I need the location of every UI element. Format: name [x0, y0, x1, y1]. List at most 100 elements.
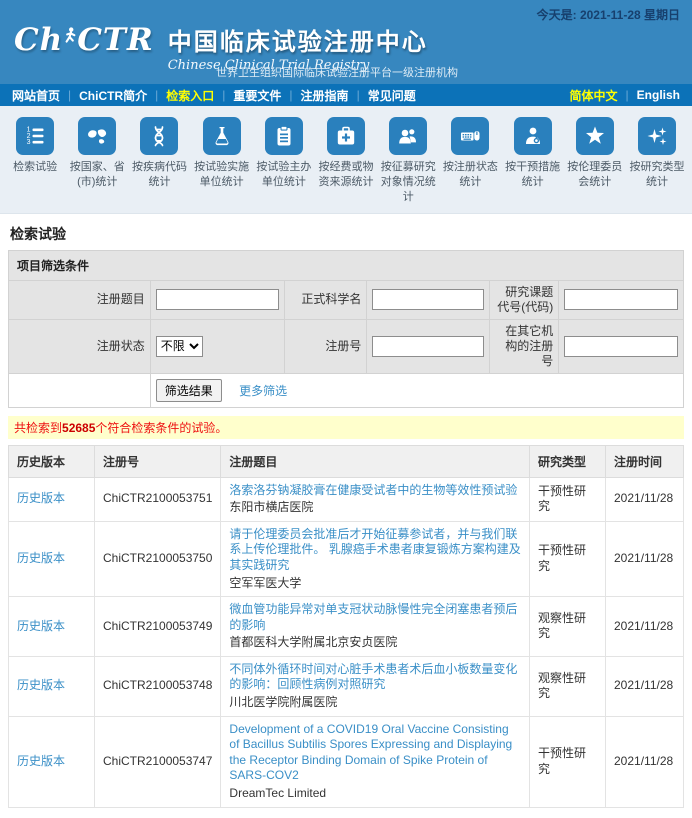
stat-label: 检索试验	[6, 160, 64, 175]
chictr-logo[interactable]: Ch CTR	[14, 22, 154, 58]
trial-title-link[interactable]: Development of a COVID19 Oral Vaccine Co…	[229, 722, 512, 783]
stat-by-study-type[interactable]: 按研究类型统计	[626, 117, 688, 205]
result-count-notice: 共检索到52685个符合检索条件的试验。	[8, 416, 684, 439]
nav-separator: |	[626, 88, 629, 102]
history-link[interactable]: 历史版本	[17, 551, 65, 565]
star-icon	[576, 117, 614, 155]
scientific-name-input[interactable]	[372, 289, 484, 310]
site-title-cn: 中国临床试验注册中心	[168, 22, 428, 57]
users-icon	[389, 117, 427, 155]
stat-by-sponsor-unit[interactable]: 按试验主办单位统计	[253, 117, 315, 205]
stat-by-implementing-unit[interactable]: 按试验实施单位统计	[191, 117, 253, 205]
nav-separator: |	[68, 88, 71, 102]
table-row: 历史版本 ChiCTR2100053750 请于伦理委员会批准后才开始征募参试者…	[9, 521, 684, 596]
trial-title-link[interactable]: 微血管功能异常对单支冠状动脉慢性完全闭塞患者预后的影响	[229, 602, 517, 632]
trial-sponsor: 东阳市横店医院	[229, 500, 521, 516]
lang-english[interactable]: English	[637, 88, 680, 102]
filter-form: 项目筛选条件 注册题目 正式科学名 研究课题代号(代码) 注册状态 不限 注册号…	[8, 250, 684, 408]
header-reg-no: 注册号	[95, 445, 221, 477]
history-link[interactable]: 历史版本	[17, 491, 65, 505]
runner-icon	[63, 19, 78, 55]
reg-title-label: 注册题目	[9, 280, 151, 319]
stat-by-registration-status[interactable]: 按注册状态统计	[439, 117, 501, 205]
stat-label: 按注册状态统计	[441, 160, 499, 190]
stat-label: 按经费或物资来源统计	[317, 160, 375, 190]
trial-title-link[interactable]: 请于伦理委员会批准后才开始征募参试者，并与我们联系上传伦理批件。 乳腺癌手术患者…	[229, 527, 520, 572]
world-map-icon	[78, 117, 116, 155]
stat-by-ethics-committee[interactable]: 按伦理委员会统计	[564, 117, 626, 205]
nav-item-faq[interactable]: 常见问题	[368, 87, 416, 104]
stat-label: 按试验主办单位统计	[255, 160, 313, 190]
site-header: 今天是: 2021-11-28 星期日 Ch CTR 中国临床试验注册中心 Ch…	[0, 0, 692, 84]
history-link[interactable]: 历史版本	[17, 678, 65, 692]
stat-search-trials[interactable]: 123 检索试验	[4, 117, 66, 205]
doctor-icon	[514, 117, 552, 155]
table-header-row: 历史版本 注册号 注册题目 研究类型 注册时间	[9, 445, 684, 477]
nav-item-guide[interactable]: 注册指南	[301, 87, 349, 104]
study-type-cell: 干预性研究	[530, 521, 606, 596]
other-reg-number-label: 在其它机构的注册号	[490, 319, 559, 373]
stat-label: 按试验实施单位统计	[193, 160, 251, 190]
study-type-cell: 干预性研究	[530, 477, 606, 521]
reg-date-cell: 2021/11/28	[606, 716, 684, 807]
stat-label: 按干预措施统计	[504, 160, 562, 190]
nav-item-documents[interactable]: 重要文件	[233, 87, 281, 104]
reg-no-cell: ChiCTR2100053751	[95, 477, 221, 521]
lang-simplified-chinese[interactable]: 简体中文	[570, 87, 618, 104]
nav-separator: |	[289, 88, 292, 102]
svg-text:3: 3	[27, 139, 31, 146]
study-code-input[interactable]	[564, 289, 678, 310]
nav-separator: |	[155, 88, 158, 102]
reg-no-cell: ChiCTR2100053748	[95, 656, 221, 716]
study-type-cell: 观察性研究	[530, 597, 606, 657]
stat-label: 按征募研究对象情况统计	[379, 160, 437, 205]
study-type-cell: 干预性研究	[530, 716, 606, 807]
results-table: 历史版本 注册号 注册题目 研究类型 注册时间 历史版本 ChiCTR21000…	[8, 445, 684, 808]
history-link[interactable]: 历史版本	[17, 619, 65, 633]
stat-by-intervention[interactable]: 按干预措施统计	[502, 117, 564, 205]
nav-item-about[interactable]: ChiCTR简介	[79, 87, 147, 104]
stat-by-disease-code[interactable]: 按疾病代码统计	[128, 117, 190, 205]
stat-by-funding-source[interactable]: 按经费或物资来源统计	[315, 117, 377, 205]
nav-item-home[interactable]: 网站首页	[12, 87, 60, 104]
trial-title-link[interactable]: 洛索洛芬钠凝胶膏在健康受试者中的生物等效性预试验	[229, 483, 517, 497]
dna-icon	[140, 117, 178, 155]
trial-sponsor: DreamTec Limited	[229, 786, 521, 802]
table-row: 历史版本 ChiCTR2100053751 洛索洛芬钠凝胶膏在健康受试者中的生物…	[9, 477, 684, 521]
result-count: 52685	[62, 421, 95, 435]
reg-no-cell: ChiCTR2100053747	[95, 716, 221, 807]
keyboard-mouse-icon	[451, 117, 489, 155]
scientific-name-label: 正式科学名	[285, 280, 367, 319]
flask-icon	[203, 117, 241, 155]
stat-by-region[interactable]: 按国家、省(市)统计	[66, 117, 128, 205]
stat-label: 按伦理委员会统计	[566, 160, 624, 190]
more-filters-link[interactable]: 更多筛选	[239, 384, 287, 398]
table-row: 历史版本 ChiCTR2100053747 Development of a C…	[9, 716, 684, 807]
other-reg-number-input[interactable]	[564, 336, 678, 357]
stat-label: 按研究类型统计	[628, 160, 686, 190]
study-type-cell: 观察性研究	[530, 656, 606, 716]
study-code-label: 研究课题代号(代码)	[490, 280, 559, 319]
stat-by-recruitment[interactable]: 按征募研究对象情况统计	[377, 117, 439, 205]
table-row: 历史版本 ChiCTR2100053748 不同体外循环时间对心脏手术患者术后血…	[9, 656, 684, 716]
nav-item-search[interactable]: 检索入口	[166, 87, 214, 104]
today-date: 今天是: 2021-11-28 星期日	[537, 6, 680, 23]
reg-status-label: 注册状态	[9, 319, 151, 373]
reg-date-cell: 2021/11/28	[606, 521, 684, 596]
nav-separator: |	[222, 88, 225, 102]
trial-title-link[interactable]: 不同体外循环时间对心脏手术患者术后血小板数量变化的影响：回顾性病例对照研究	[229, 662, 517, 692]
medical-kit-icon	[327, 117, 365, 155]
reg-no-cell: ChiCTR2100053749	[95, 597, 221, 657]
reg-title-input[interactable]	[156, 289, 280, 310]
filter-submit-button[interactable]: 筛选结果	[156, 379, 222, 402]
reg-number-input[interactable]	[372, 336, 484, 357]
history-link[interactable]: 历史版本	[17, 754, 65, 768]
chictr-page: 今天是: 2021-11-28 星期日 Ch CTR 中国临床试验注册中心 Ch…	[0, 0, 692, 808]
header-reg-date: 注册时间	[606, 445, 684, 477]
logo-text-left: Ch	[14, 22, 63, 58]
reg-number-label: 注册号	[285, 319, 367, 373]
header-study-type: 研究类型	[530, 445, 606, 477]
reg-status-select[interactable]: 不限	[156, 336, 203, 357]
reg-date-cell: 2021/11/28	[606, 597, 684, 657]
sparkles-icon	[638, 117, 676, 155]
